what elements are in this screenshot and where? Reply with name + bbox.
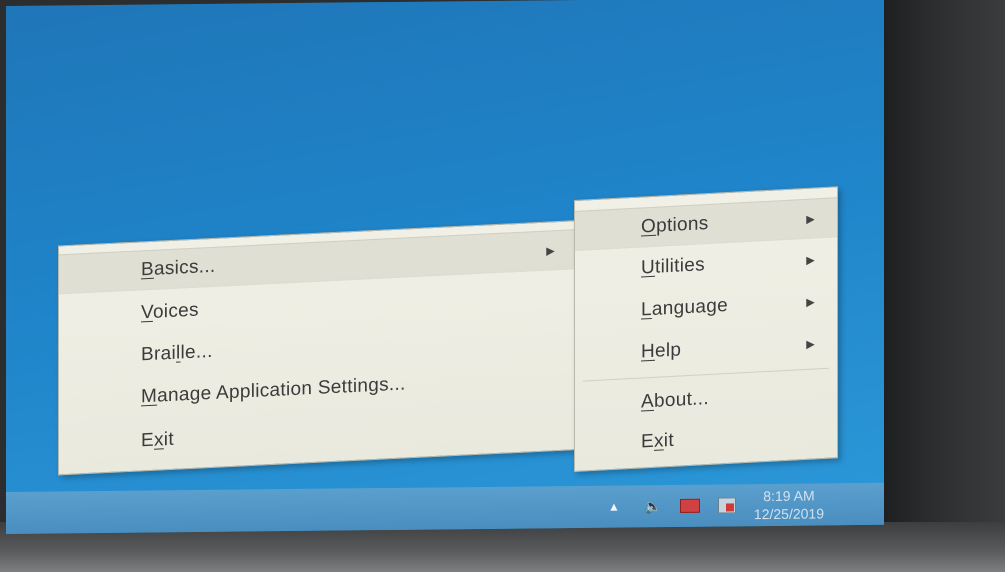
desktop-screen: ▲ 🔈 8:19 AM 12/25/2019 Basics... ▶ Voice… (6, 0, 884, 534)
action-center-flag-icon[interactable] (717, 497, 736, 514)
clock-time: 8:19 AM (763, 487, 815, 505)
clock-date: 12/25/2019 (753, 505, 824, 523)
menu-item-label: Braille... (141, 340, 213, 366)
monitor-bezel-right (875, 0, 1005, 572)
menu-item-label: About... (641, 387, 709, 413)
submenu-arrow-icon: ▶ (546, 244, 555, 258)
menu-item-label: Exit (141, 428, 174, 452)
tray-context-menu: Options ▶ Utilities ▶ Language ▶ Help ▶ … (574, 186, 838, 473)
submenu-arrow-icon: ▶ (806, 253, 815, 267)
speaker-icon[interactable]: 🔈 (644, 498, 662, 514)
menu-item-label: Manage Application Settings... (141, 373, 406, 408)
menu-item-label: Utilities (641, 254, 705, 279)
menu-item-label: Basics... (141, 255, 216, 281)
submenu-arrow-icon: ▶ (806, 212, 815, 226)
network-icon[interactable] (679, 498, 700, 513)
menu-item-label: Language (641, 294, 728, 321)
options-submenu: Basics... ▶ Voices Braille... Manage App… (58, 220, 578, 476)
taskbar-clock[interactable]: 8:19 AM 12/25/2019 (754, 486, 824, 523)
menu-item-help[interactable]: Help ▶ (575, 323, 837, 375)
menu-item-label: Exit (641, 429, 674, 453)
system-tray: ▲ 🔈 8:19 AM 12/25/2019 (608, 486, 824, 523)
menu-item-label: Voices (141, 299, 199, 324)
submenu-arrow-icon: ▶ (806, 337, 815, 351)
menu-item-label: Help (641, 339, 682, 363)
chevron-up-icon[interactable]: ▲ (608, 500, 620, 514)
menu-item-label: Options (641, 213, 709, 238)
submenu-arrow-icon: ▶ (806, 295, 815, 309)
